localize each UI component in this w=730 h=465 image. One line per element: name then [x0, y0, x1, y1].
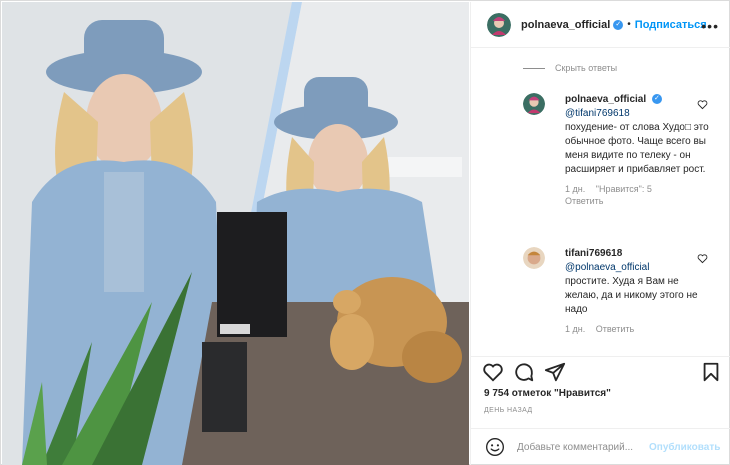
post-photo[interactable] — [2, 2, 469, 465]
more-options-icon[interactable]: ••• — [701, 18, 719, 34]
bookmark-icon[interactable] — [700, 361, 722, 383]
post-window: polnaeva_official ✓ • Подписаться ••• Ск… — [0, 0, 730, 465]
author-avatar[interactable] — [487, 12, 511, 37]
comments-section: Скрыть ответы polnaeva_official ✓ @tifan… — [471, 49, 730, 349]
reply-age: 1 дн. — [565, 324, 586, 334]
reply-text: похудение- от слова Худо□ это обычное фо… — [565, 122, 709, 175]
publish-button[interactable]: Опубликовать — [649, 442, 720, 453]
emoji-icon[interactable] — [485, 437, 505, 457]
post-header: polnaeva_official ✓ • Подписаться ••• — [471, 2, 730, 48]
comment-like-heart-icon[interactable] — [697, 99, 708, 110]
hide-replies-button[interactable]: Скрыть ответы — [523, 63, 617, 73]
reply-avatar[interactable] — [523, 93, 545, 115]
paper-plane-icon[interactable] — [544, 361, 566, 383]
details-pane: polnaeva_official ✓ • Подписаться ••• Ск… — [470, 2, 730, 465]
reply-avatar[interactable] — [523, 247, 545, 269]
verified-badge-icon: ✓ — [613, 19, 624, 30]
author-username[interactable]: polnaeva_official — [521, 19, 610, 31]
reply-likes-link[interactable]: "Нравится": 5 — [596, 184, 652, 194]
reply-button[interactable]: Ответить — [565, 196, 603, 206]
post-time[interactable]: День назад — [484, 407, 533, 414]
hide-replies-label: Скрыть ответы — [555, 63, 618, 73]
comment-like-heart-icon[interactable] — [697, 253, 708, 264]
reply-body: tifani769618 @polnaeva_official простите… — [565, 247, 713, 335]
reply-button[interactable]: Ответить — [596, 324, 634, 334]
comment-composer: Опубликовать — [471, 428, 730, 465]
likes-count[interactable]: 9 754 отметок "Нравится" — [484, 388, 611, 399]
reply-username[interactable]: polnaeva_official — [565, 94, 646, 105]
header-separator: • — [627, 19, 631, 30]
reply-mention-link[interactable]: @polnaeva_official — [565, 262, 649, 273]
verified-badge-icon: ✓ — [651, 94, 662, 105]
post-actions: 9 754 отметок "Нравится" День назад — [471, 356, 730, 414]
reply-body: polnaeva_official ✓ @tifani769618 похуде… — [565, 93, 713, 207]
reply-age: 1 дн. — [565, 184, 586, 194]
reply-meta: 1 дн. Ответить — [565, 323, 713, 335]
reply-text: простите. Худа я Вам не желаю, да и нико… — [565, 276, 698, 315]
reply-meta: 1 дн. "Нравится": 5 Ответить — [565, 183, 713, 207]
follow-button[interactable]: Подписаться — [635, 19, 707, 31]
reply-username[interactable]: tifani769618 — [565, 248, 622, 259]
replies-line-divider — [523, 67, 545, 69]
photo-collage-image — [2, 2, 469, 465]
heart-icon[interactable] — [482, 361, 504, 383]
comment-icon[interactable] — [513, 361, 535, 383]
comment-input[interactable] — [517, 441, 647, 453]
reply-mention-link[interactable]: @tifani769618 — [565, 108, 630, 119]
